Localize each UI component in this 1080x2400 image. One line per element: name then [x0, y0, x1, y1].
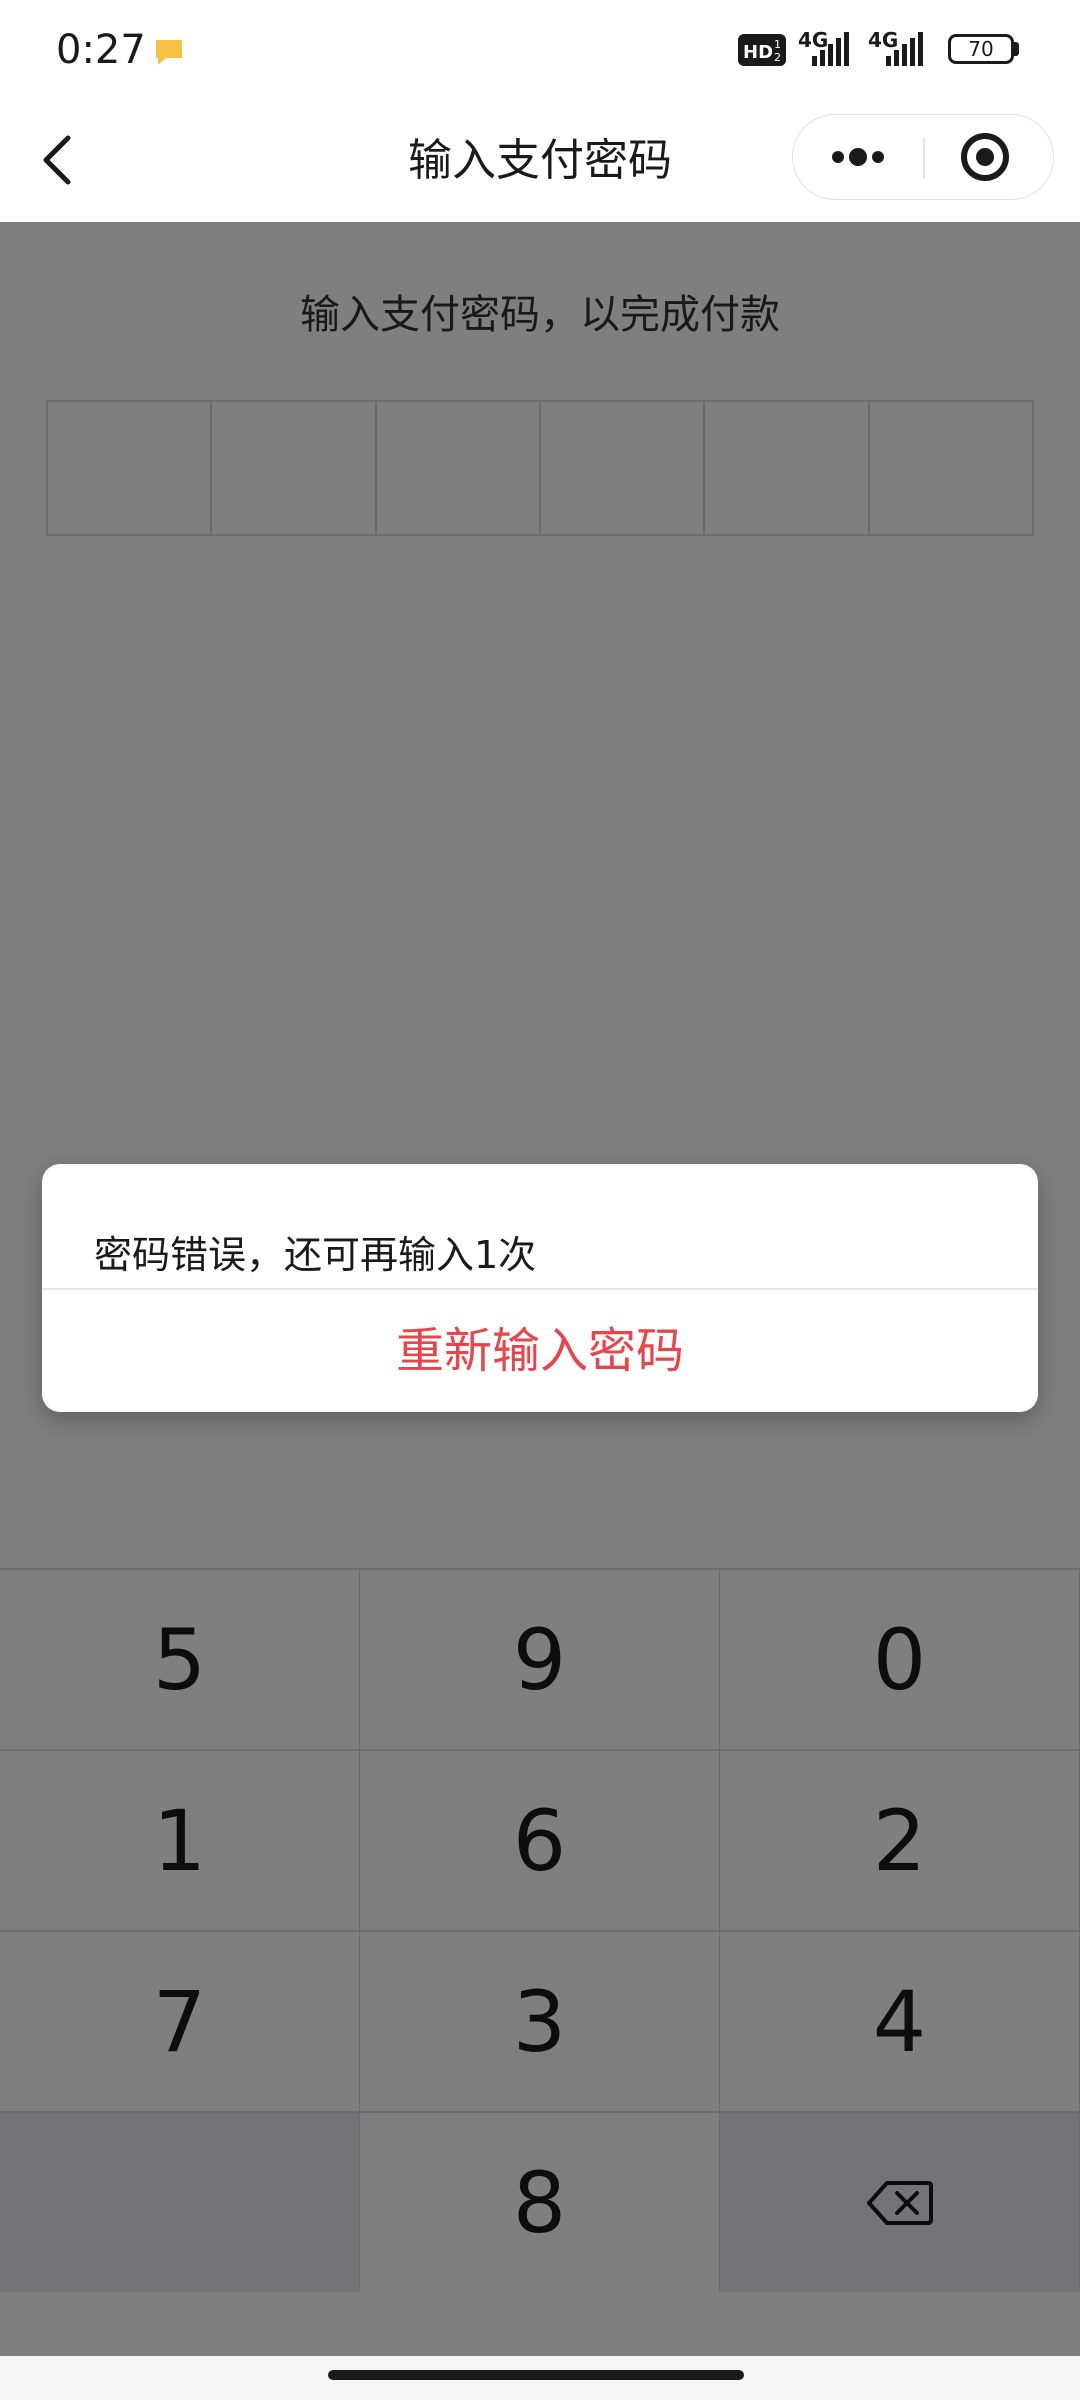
signal-strength-icon-2 — [886, 32, 923, 66]
more-button[interactable] — [793, 115, 923, 199]
target-close-icon — [961, 133, 1009, 181]
back-button[interactable] — [30, 124, 90, 196]
svg-text:HD: HD — [743, 42, 773, 63]
dialog-message: 密码错误，还可再输入1次 — [94, 1233, 537, 1277]
gesture-navigation-area — [0, 2356, 1080, 2400]
navigation-bar: 输入支付密码 — [0, 100, 1080, 222]
more-dots-icon — [832, 148, 884, 166]
signal-strength-icon-1 — [812, 32, 849, 66]
chevron-left-icon — [43, 135, 71, 185]
svg-text:1: 1 — [774, 38, 781, 51]
hd-voice-icon: HD 1 2 — [738, 34, 786, 66]
svg-text:2: 2 — [774, 51, 781, 64]
home-indicator[interactable] — [328, 2370, 744, 2380]
error-dialog: 密码错误，还可再输入1次 重新输入密码 — [42, 1164, 1038, 1412]
message-notification-icon — [156, 40, 182, 65]
status-time: 0:27 — [56, 27, 146, 73]
mini-program-capsule — [792, 114, 1054, 200]
battery-icon: 70 — [948, 34, 1014, 64]
battery-tip — [1014, 42, 1019, 56]
reenter-password-button[interactable]: 重新输入密码 — [42, 1290, 1038, 1412]
status-bar: 0:27 HD 1 2 4G 4G 70 — [0, 0, 1080, 100]
battery-level: 70 — [968, 37, 994, 61]
close-mini-program-button[interactable] — [925, 115, 1053, 199]
